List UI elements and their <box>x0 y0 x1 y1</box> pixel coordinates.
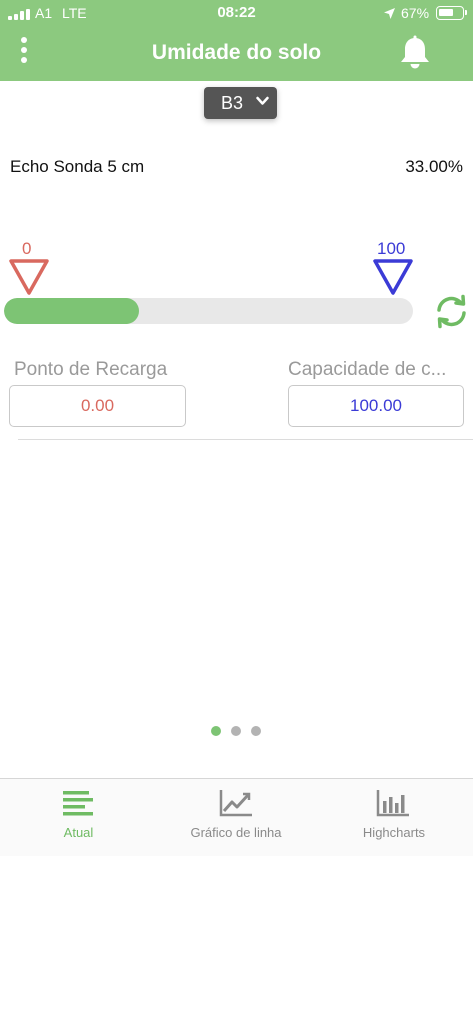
page-dot-3[interactable] <box>251 726 261 736</box>
bars-list-icon <box>63 791 93 816</box>
page-dot-1[interactable] <box>211 726 221 736</box>
capacidade-label: Capacidade de c... <box>288 359 447 380</box>
sensor-name: Echo Sonda 5 cm <box>10 157 145 176</box>
recarga-input[interactable]: 0.00 <box>9 385 186 427</box>
recarga-label: Ponto de Recarga <box>14 359 168 380</box>
sensor-select[interactable]: B3 <box>204 87 277 119</box>
tab-highcharts[interactable]: Highcharts <box>315 779 473 857</box>
max-marker-label: 100 <box>377 239 406 258</box>
battery-icon <box>436 6 464 20</box>
page-indicator[interactable] <box>211 726 261 736</box>
battery-tip <box>465 10 467 15</box>
section-divider <box>18 439 473 440</box>
chevron-down-icon <box>256 96 269 105</box>
tab-highcharts-label: Highcharts <box>362 825 426 840</box>
tab-grafico-de-linha[interactable]: Gráfico de linha <box>157 779 315 857</box>
min-marker-label: 0 <box>22 239 32 258</box>
tab-atual[interactable]: Atual <box>0 779 157 857</box>
tab-grafico-label: Gráfico de linha <box>190 825 282 840</box>
capacidade-input[interactable]: 100.00 <box>288 385 464 427</box>
sensor-value: 33.00% <box>405 157 463 176</box>
battery-level <box>439 9 453 16</box>
location-arrow-icon <box>384 8 395 19</box>
tab-atual-label: Atual <box>63 825 94 840</box>
page-dot-2[interactable] <box>231 726 241 736</box>
min-marker-triangle-icon <box>9 259 49 295</box>
app-header: A1 LTE 08:22 67% Umidade do solo <box>0 0 473 81</box>
battery-percent: 67% <box>401 5 430 21</box>
sensor-select-value: B3 <box>221 93 244 113</box>
moisture-progress-fill <box>4 298 139 324</box>
bell-icon[interactable] <box>398 35 432 71</box>
bar-chart-icon <box>376 790 409 817</box>
line-chart-icon <box>219 790 252 817</box>
max-marker-triangle-icon <box>373 259 413 295</box>
moisture-progress-bar <box>4 298 413 324</box>
refresh-icon[interactable] <box>433 294 470 329</box>
status-bar: A1 LTE 08:22 67% <box>0 0 473 28</box>
tab-bar: Atual Gráfico de linha Highcharts <box>0 778 473 856</box>
